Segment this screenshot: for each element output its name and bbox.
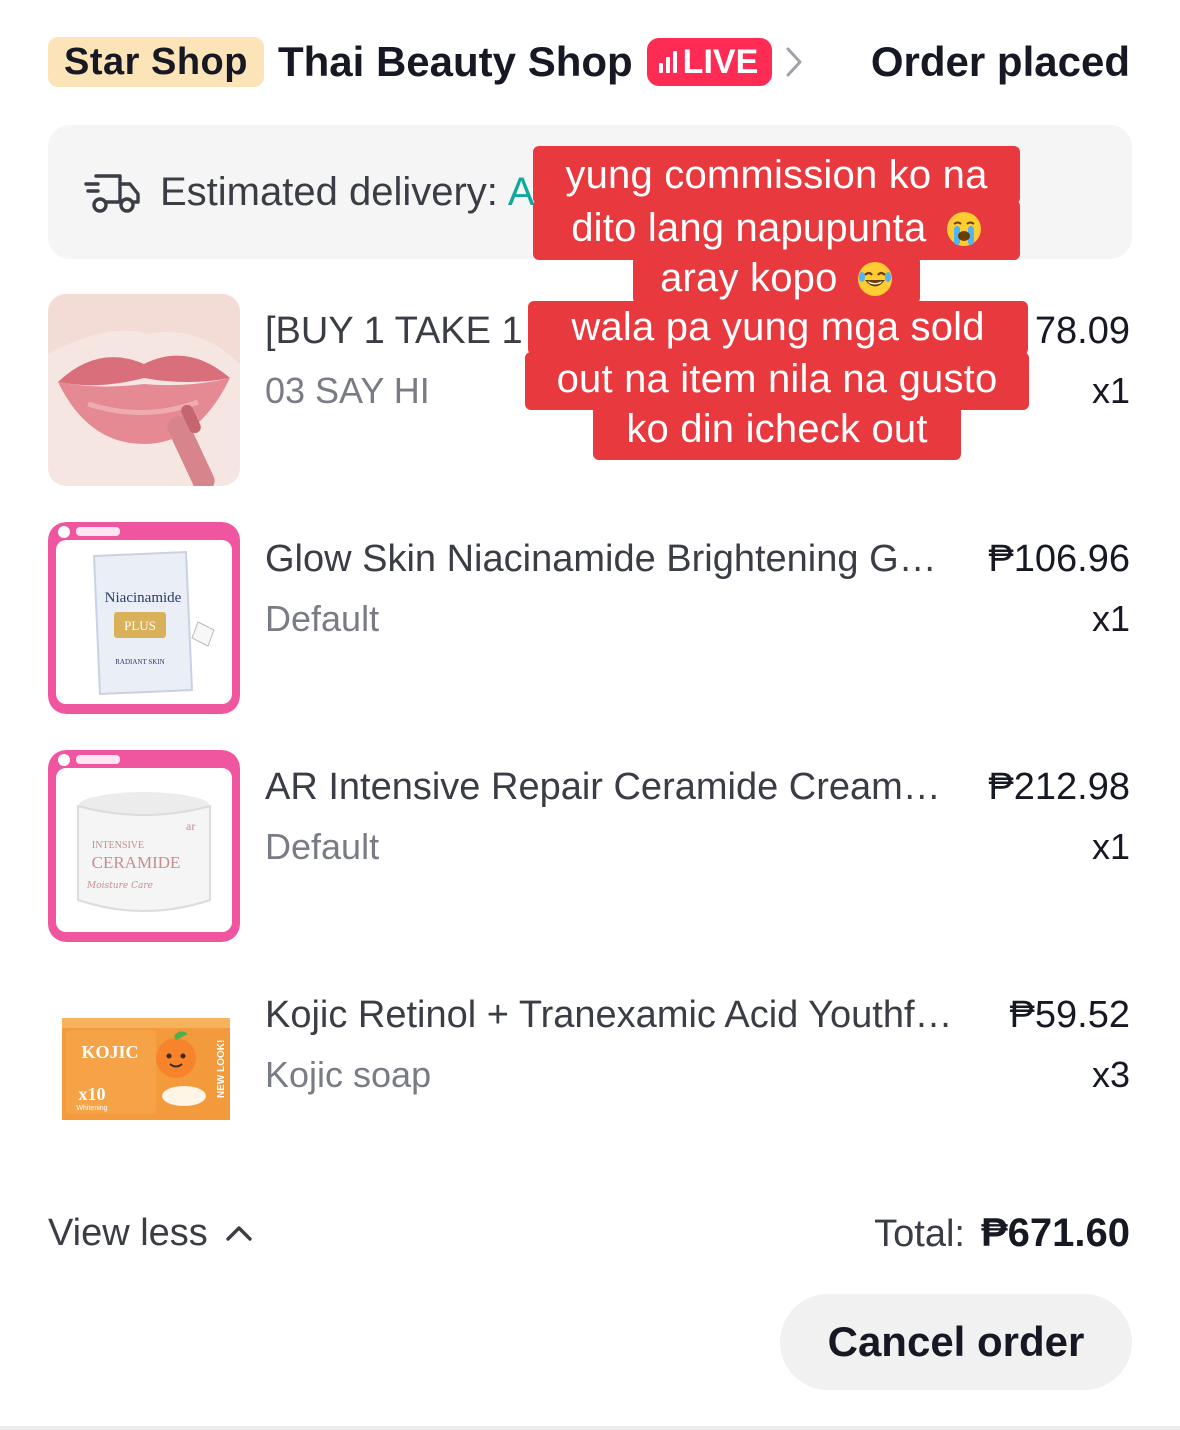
- caption-line: out na item nila na gusto: [525, 352, 1029, 410]
- order-status: Order placed: [870, 38, 1130, 85]
- shop-name-link[interactable]: Thai Beauty Shop: [278, 38, 633, 86]
- svg-text:INTENSIVE: INTENSIVE: [92, 840, 144, 851]
- svg-text:x10: x10: [79, 1084, 106, 1104]
- order-footer: View less Total: ₱671.60: [48, 1208, 1130, 1258]
- chevron-right-icon[interactable]: [784, 42, 812, 82]
- order-item[interactable]: KOJIC x10 Whitening NEW LOOK! Kojic Reti…: [48, 978, 1132, 1170]
- view-less-toggle[interactable]: View less: [48, 1212, 254, 1255]
- view-less-label: View less: [48, 1211, 208, 1254]
- caption-line-text: aray kopo: [660, 256, 838, 300]
- item-variant: Kojic soap: [265, 1054, 432, 1095]
- item-name: Glow Skin Niacinamide Brightening G…: [265, 538, 937, 580]
- svg-text:Niacinamide: Niacinamide: [105, 590, 182, 606]
- item-name: Kojic Retinol + Tranexamic Acid Youthf…: [265, 994, 953, 1036]
- item-variant: Default: [265, 598, 380, 639]
- order-item[interactable]: INTENSIVE CERAMIDE Moisture Care ar AR I…: [48, 750, 1132, 942]
- ceramide-jar-icon: INTENSIVE CERAMIDE Moisture Care ar: [48, 750, 240, 942]
- svg-text:KOJIC: KOJIC: [81, 1042, 138, 1062]
- niacinamide-soap-icon: Niacinamide PLUS RADIANT SKIN: [48, 522, 240, 714]
- caption-line: wala pa yung mga sold: [528, 301, 1028, 355]
- item-price: ₱59.52: [1009, 994, 1130, 1036]
- svg-text:RADIANT SKIN: RADIANT SKIN: [115, 658, 164, 666]
- star-shop-badge: Star Shop: [48, 37, 264, 87]
- total-label: Total:: [874, 1212, 965, 1255]
- svg-text:CERAMIDE: CERAMIDE: [92, 853, 181, 872]
- total-value: ₱671.60: [980, 1210, 1130, 1255]
- lip-gloss-icon: [48, 294, 240, 486]
- laughing-tears-emoji-icon: [857, 262, 892, 296]
- order-total: Total: ₱671.60: [874, 1211, 1130, 1256]
- delivery-label: Estimated delivery:: [160, 169, 498, 214]
- caption-line: yung commission ko na: [533, 146, 1020, 204]
- svg-text:ar: ar: [186, 819, 195, 833]
- caption-line: ko din icheck out: [593, 404, 961, 460]
- item-quantity: x1: [1091, 598, 1130, 639]
- caption-line: dito lang napupunta: [533, 200, 1020, 260]
- order-item[interactable]: Niacinamide PLUS RADIANT SKIN Glow Skin …: [48, 522, 1132, 714]
- item-name: AR Intensive Repair Ceramide Cream…: [265, 766, 941, 808]
- svg-text:PLUS: PLUS: [124, 618, 156, 633]
- item-price: 78.09: [1034, 310, 1130, 352]
- kojic-soap-icon: KOJIC x10 Whitening NEW LOOK!: [48, 978, 240, 1170]
- item-quantity: x1: [1091, 370, 1130, 411]
- live-badge[interactable]: LIVE: [646, 38, 773, 86]
- svg-text:Whitening: Whitening: [76, 1105, 107, 1112]
- caption-line-text: dito lang napupunta: [571, 206, 927, 250]
- item-variant: 03 SAY HI: [265, 370, 430, 411]
- svg-text:NEW LOOK!: NEW LOOK!: [216, 1040, 227, 1098]
- delivery-date: A: [507, 169, 535, 214]
- svg-text:Moisture Care: Moisture Care: [86, 881, 153, 891]
- live-label: LIVE: [682, 42, 759, 81]
- item-name: [BUY 1 TAKE 1: [265, 310, 523, 352]
- bottom-divider: [0, 1426, 1180, 1430]
- chevron-up-icon: [226, 1226, 252, 1241]
- delivery-truck-icon: [84, 174, 140, 213]
- item-price: ₱106.96: [988, 538, 1130, 580]
- cancel-order-button[interactable]: Cancel order: [780, 1294, 1132, 1390]
- item-quantity: x1: [1091, 826, 1130, 867]
- item-quantity: x3: [1091, 1054, 1130, 1095]
- crying-face-emoji-icon: [946, 212, 981, 246]
- item-price: ₱212.98: [988, 766, 1130, 808]
- item-variant: Default: [265, 826, 380, 867]
- order-header: Star Shop Thai Beauty Shop LIVE Order pl…: [48, 34, 1130, 90]
- caption-line: aray kopo: [633, 256, 920, 304]
- live-bars-icon: [658, 51, 677, 73]
